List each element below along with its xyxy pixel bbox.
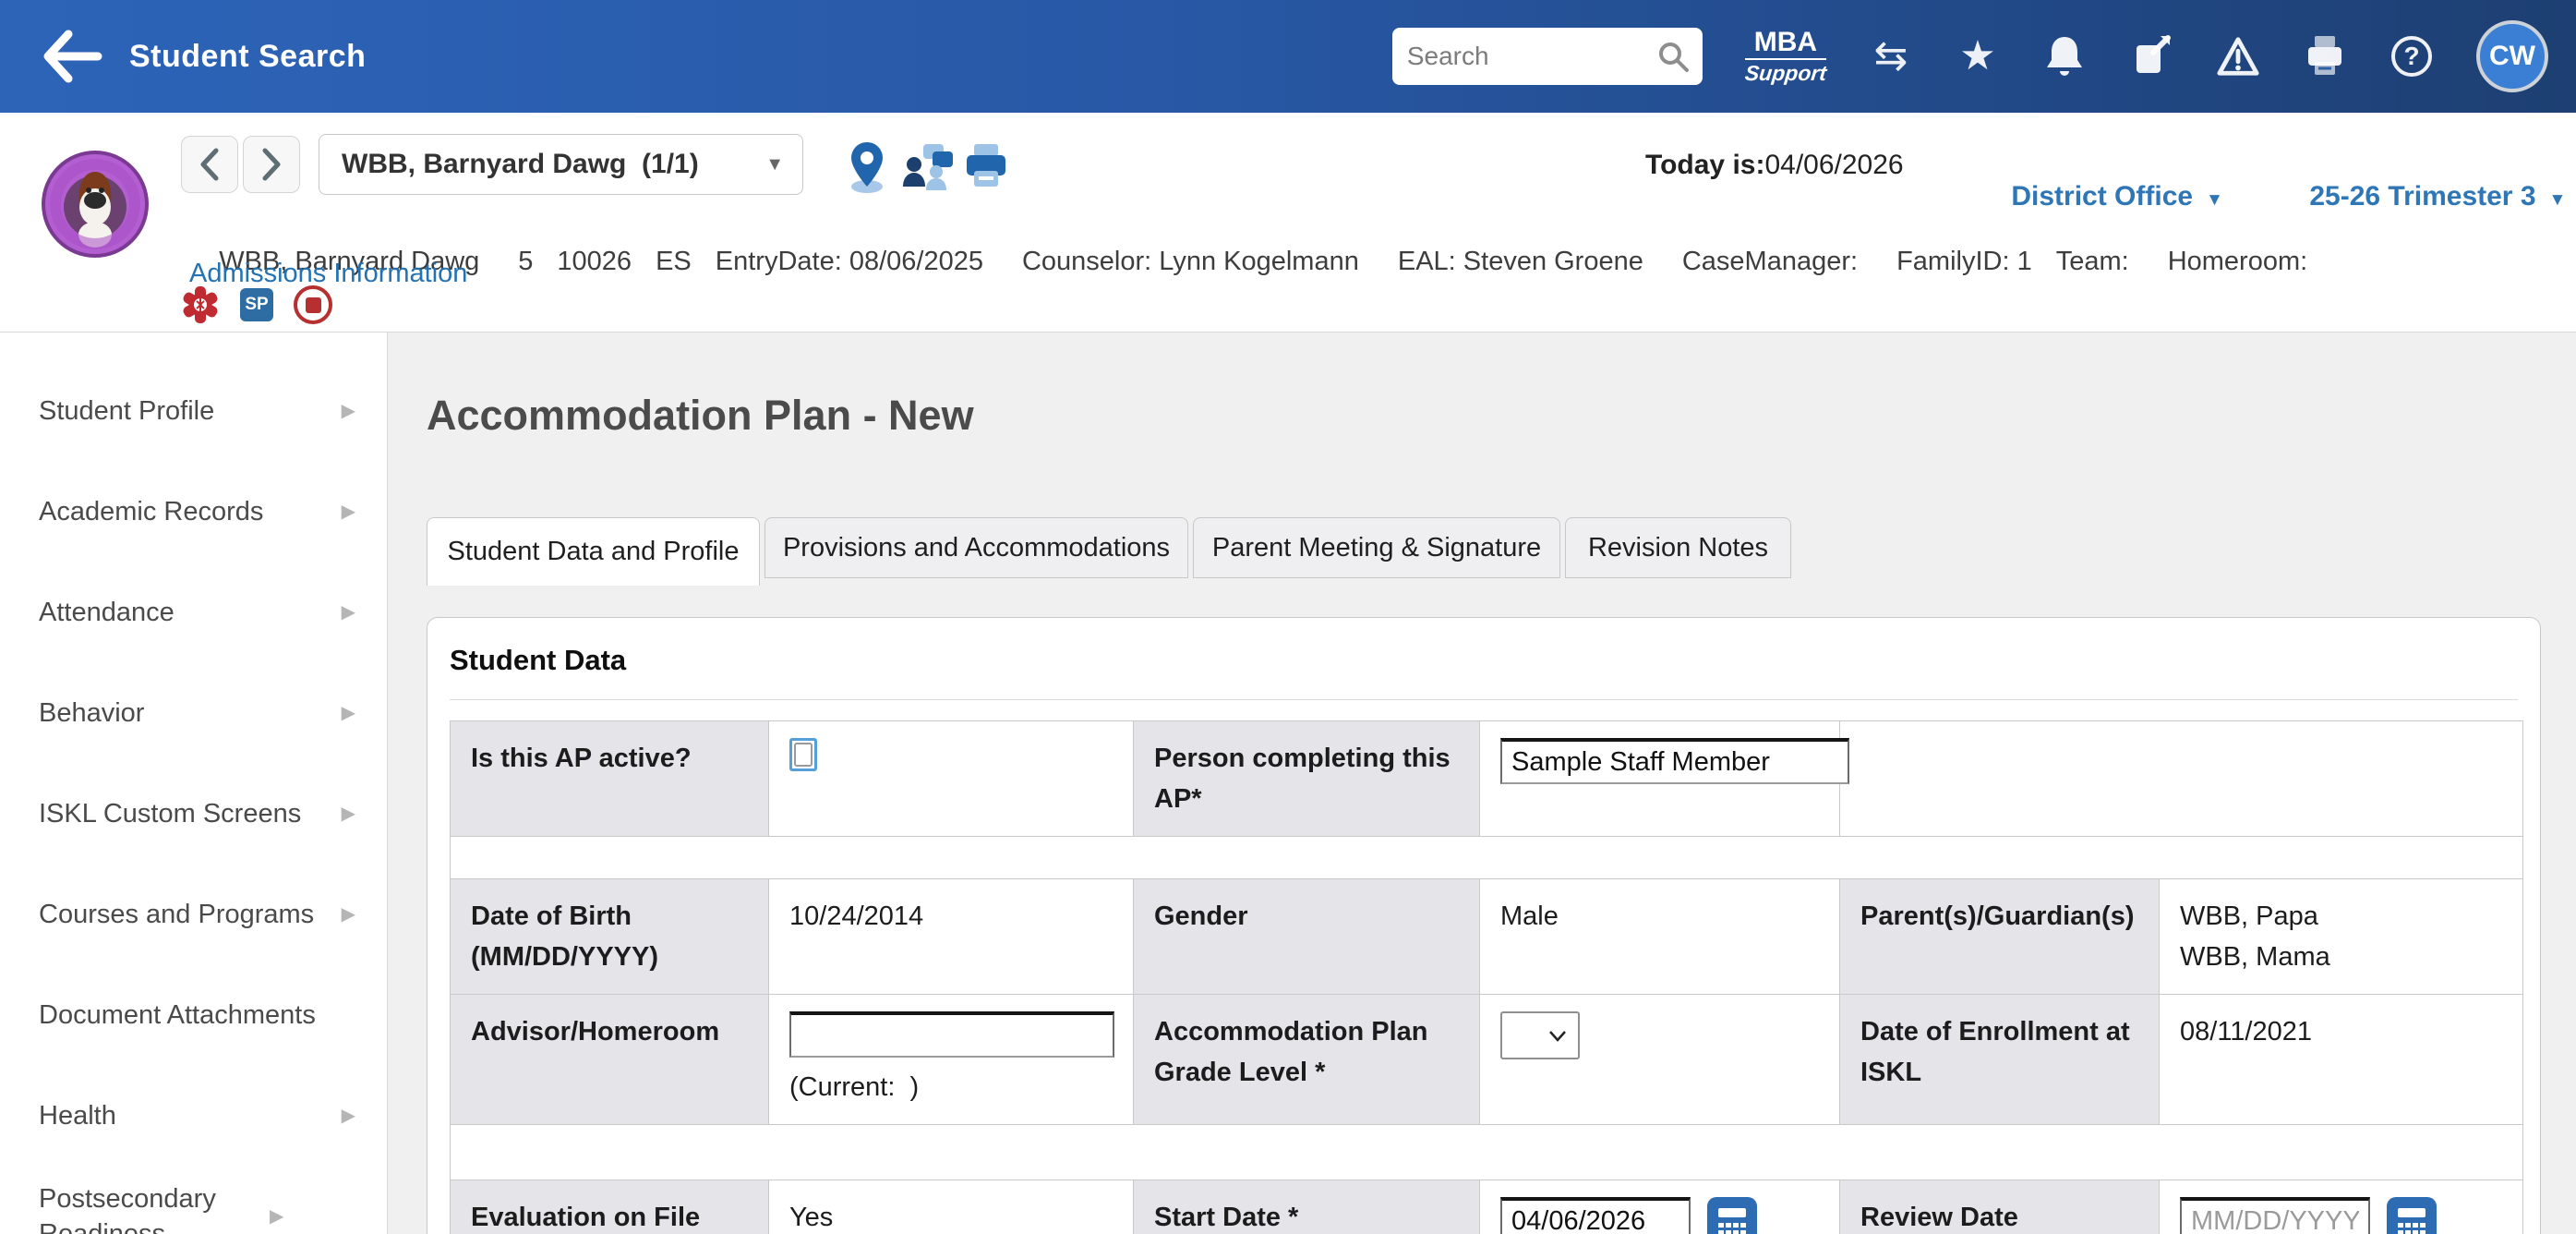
review-date-input[interactable] xyxy=(2180,1197,2370,1234)
chevron-right-icon: ▶ xyxy=(342,802,355,825)
student-school: ES xyxy=(656,247,692,276)
tab-parent-meeting-signature[interactable]: Parent Meeting & Signature xyxy=(1193,517,1560,578)
field-label: Advisor/Homeroom xyxy=(451,995,769,1125)
svg-text:?: ? xyxy=(2403,42,2419,70)
chevron-right-icon: ▶ xyxy=(342,399,355,422)
mba-support-logo[interactable]: MBA Support xyxy=(1745,29,1826,84)
student-selector-dropdown[interactable]: WBB, Barnyard Dawg (1/1) ▼ xyxy=(319,134,803,195)
student-entry-date: EntryDate: 08/06/2025 xyxy=(716,247,983,276)
chevron-right-icon: ▶ xyxy=(342,500,355,523)
student-context-bar: WBB, Barnyard Dawg (1/1) ▼ Today is:04/0… xyxy=(0,113,2576,333)
medical-alert-icon[interactable] xyxy=(181,284,220,325)
chevron-right-icon: ▶ xyxy=(342,600,355,623)
field-label: Person completing this AP* xyxy=(1134,721,1480,837)
enrollment-value: 08/11/2021 xyxy=(2160,995,2523,1125)
sidebar-nav: Student Profile▶ Academic Records▶ Atten… xyxy=(0,333,388,1234)
student-family-id: FamilyID: 1 xyxy=(1896,247,2032,276)
sidebar-item-iskl-custom-screens[interactable]: ISKL Custom Screens▶ xyxy=(0,763,387,864)
student-summary-line: WBB, Barnyard Dawg510026ESEntryDate: 08/… xyxy=(189,216,2346,308)
ap-active-checkbox[interactable] xyxy=(789,738,817,771)
student-team: Team: xyxy=(2056,247,2129,276)
student-homeroom: Homeroom: xyxy=(2168,247,2308,276)
sidebar-item-courses-and-programs[interactable]: Courses and Programs▶ xyxy=(0,864,387,964)
global-search[interactable] xyxy=(1392,28,1703,85)
sp-badge[interactable]: SP xyxy=(240,288,273,321)
start-date-input[interactable] xyxy=(1500,1197,1691,1234)
chevron-right-icon: ▶ xyxy=(270,1204,283,1228)
person-completing-input[interactable] xyxy=(1500,738,1849,784)
field-label: Evaluation on File xyxy=(451,1180,769,1234)
dob-value: 10/24/2014 xyxy=(769,879,1134,995)
compose-launch-icon[interactable] xyxy=(2129,32,2173,80)
student-grade: 5 xyxy=(518,247,533,276)
page-header-title: Student Search xyxy=(129,39,366,75)
field-label: Date of Birth (MM/DD/YYYY) xyxy=(451,879,769,995)
advisor-current-note: (Current: ) xyxy=(789,1067,1113,1107)
switch-account-icon[interactable]: ⇆ xyxy=(1869,32,1913,80)
start-date-calendar-button[interactable] xyxy=(1707,1197,1757,1234)
favorites-star-icon[interactable]: ★ xyxy=(1956,32,2000,80)
sidebar-item-academic-records[interactable]: Academic Records▶ xyxy=(0,461,387,562)
chevron-right-icon: ▶ xyxy=(342,701,355,724)
student-data-table: Is this AP active? Person completing thi… xyxy=(450,720,2523,1234)
chevron-right-icon: ▶ xyxy=(342,902,355,926)
print-icon[interactable] xyxy=(2303,32,2347,80)
advisor-homeroom-input[interactable] xyxy=(789,1011,1114,1058)
field-label: Is this AP active? xyxy=(451,721,769,837)
user-avatar[interactable]: CW xyxy=(2476,20,2548,92)
sidebar-item-document-attachments[interactable]: Document Attachments xyxy=(0,964,387,1065)
student-case-manager: CaseManager: xyxy=(1682,247,1858,276)
today-date: Today is:04/06/2026 xyxy=(1645,150,1904,181)
chevron-down-icon: ▼ xyxy=(765,154,784,175)
search-icon xyxy=(1656,40,1690,73)
calendar-icon xyxy=(2396,1206,2427,1234)
chevron-down-icon: ▼ xyxy=(2206,190,2223,210)
gender-value: Male xyxy=(1480,879,1840,995)
student-eal: EAL: Steven Groene xyxy=(1398,247,1643,276)
student-number: 10026 xyxy=(557,247,632,276)
help-icon[interactable]: ? xyxy=(2389,32,2434,80)
previous-student-button[interactable] xyxy=(181,136,238,193)
student-photo[interactable] xyxy=(41,150,150,259)
section-title: Student Data xyxy=(450,644,2518,677)
calendar-icon xyxy=(1716,1206,1748,1234)
location-pin-icon[interactable] xyxy=(846,140,888,194)
field-label: Start Date * xyxy=(1134,1180,1480,1234)
sidebar-item-health[interactable]: Health▶ xyxy=(0,1065,387,1166)
tab-bar: Student Data and Profile Provisions and … xyxy=(427,517,2576,586)
sidebar-item-attendance[interactable]: Attendance▶ xyxy=(0,562,387,662)
sidebar-item-behavior[interactable]: Behavior▶ xyxy=(0,662,387,763)
field-label: Gender xyxy=(1134,879,1480,995)
restriction-stop-icon[interactable] xyxy=(294,285,332,324)
notifications-bell-icon[interactable] xyxy=(2042,32,2087,80)
tab-student-data-and-profile[interactable]: Student Data and Profile xyxy=(427,517,760,586)
tab-provisions-and-accommodations[interactable]: Provisions and Accommodations xyxy=(764,517,1188,578)
student-data-panel: Student Data Is this AP active? Person c… xyxy=(427,617,2541,1234)
page-title: Accommodation Plan - New xyxy=(427,392,2576,440)
sidebar-item-postsecondary-readiness[interactable]: Postsecondary Readiness▶ xyxy=(0,1166,387,1234)
field-label: Date of Enrollment at ISKL xyxy=(1840,995,2160,1125)
grade-level-select[interactable] xyxy=(1500,1011,1580,1059)
app-header: Student Search MBA Support ⇆ ★ xyxy=(0,0,2576,113)
print-student-icon[interactable] xyxy=(962,142,1010,190)
student-counselor: Counselor: Lynn Kogelmann xyxy=(1022,247,1359,276)
empty-cell xyxy=(1840,721,2523,837)
evaluation-value: Yes Date: 02/23/2026 xyxy=(769,1180,1134,1234)
chevron-right-icon: ▶ xyxy=(342,1104,355,1127)
field-label: Accommodation Plan Grade Level * xyxy=(1134,995,1480,1125)
chevron-down-icon xyxy=(1548,1030,1567,1042)
tab-revision-notes[interactable]: Revision Notes xyxy=(1565,517,1791,578)
next-student-button[interactable] xyxy=(243,136,300,193)
alerts-warning-icon[interactable] xyxy=(2216,32,2260,80)
parents-value: WBB, Papa WBB, Mama xyxy=(2160,879,2523,995)
chevron-down-icon: ▼ xyxy=(2549,190,2567,210)
search-input[interactable] xyxy=(1407,42,1656,71)
group-communication-icon[interactable] xyxy=(903,142,955,192)
sidebar-item-student-profile[interactable]: Student Profile▶ xyxy=(0,360,387,461)
back-arrow-icon[interactable] xyxy=(41,29,105,84)
review-date-calendar-button[interactable] xyxy=(2387,1197,2437,1234)
field-label: Review Date xyxy=(1840,1180,2160,1234)
field-label: Parent(s)/Guardian(s) xyxy=(1840,879,2160,995)
